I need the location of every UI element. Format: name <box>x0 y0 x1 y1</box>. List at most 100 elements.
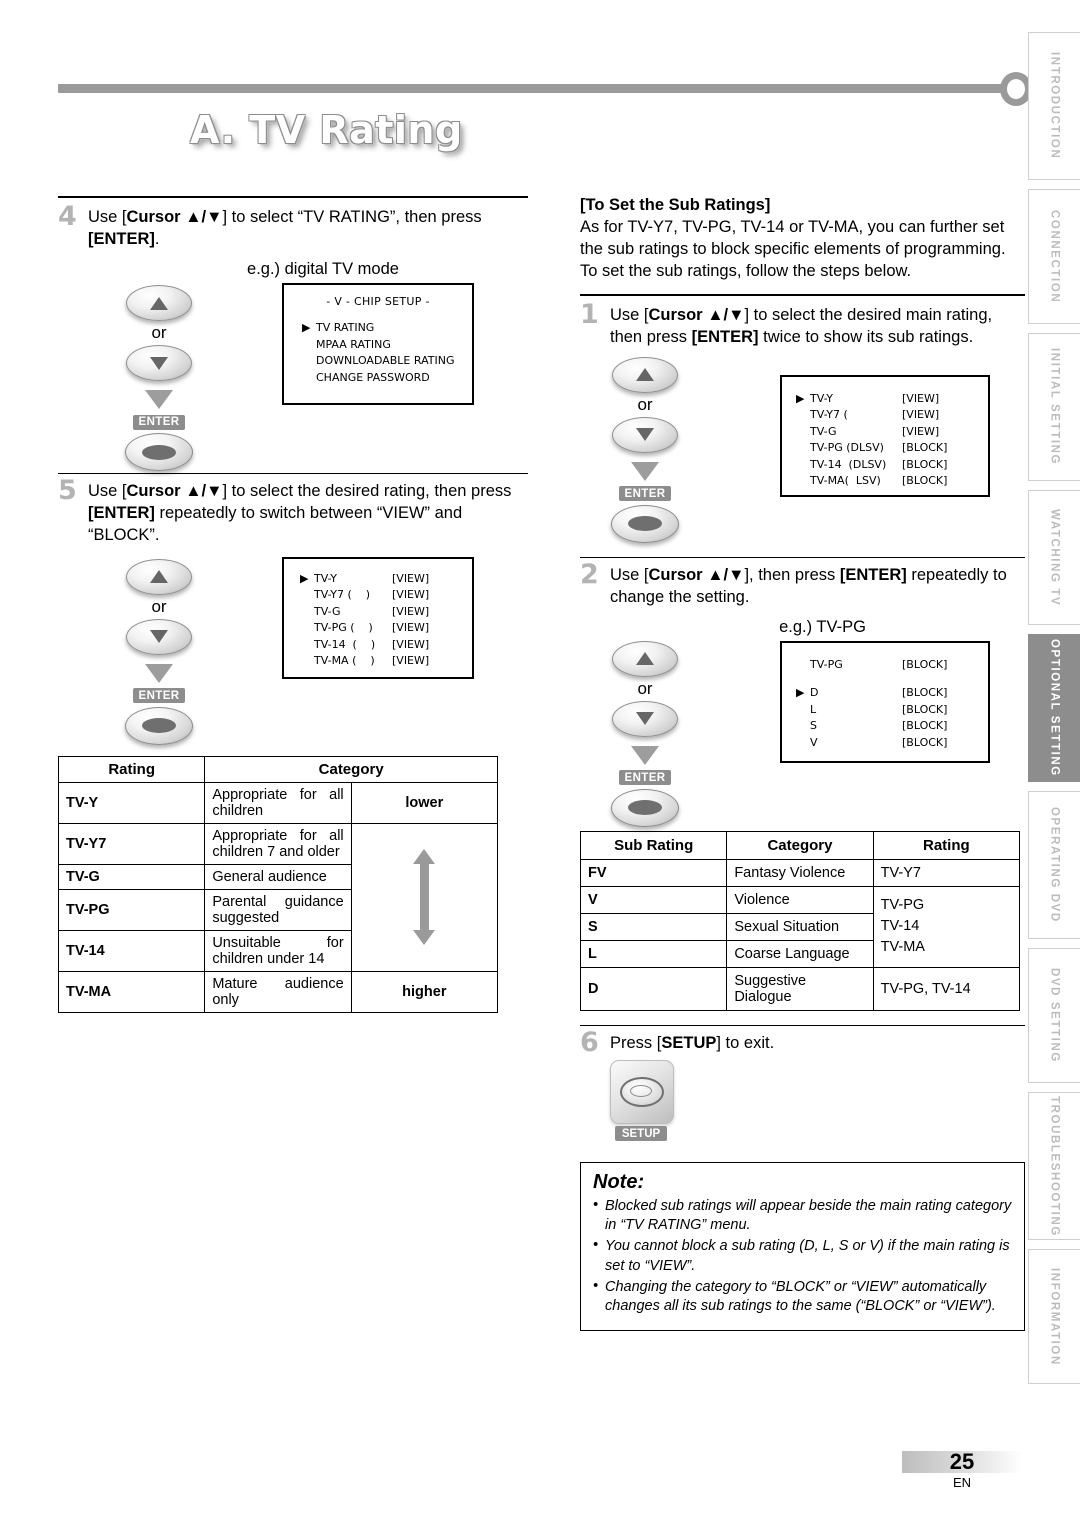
cell-rating: TV-14 <box>57 929 206 972</box>
divider <box>580 556 1025 558</box>
tab-watching-tv[interactable]: WATCHING TV <box>1028 490 1080 625</box>
table-row: TV-MA Mature audience only higher <box>57 970 499 1013</box>
cursor-down-button[interactable] <box>126 345 192 382</box>
main-rating-row[interactable]: ▶ TV-Y [VIEW] <box>796 391 988 408</box>
cell-rating: TV-PG, TV-14 <box>872 966 1021 1011</box>
cursor-down-button[interactable] <box>126 618 192 655</box>
tv-rating-row[interactable]: ▶ TV-Y [VIEW] <box>300 571 472 588</box>
sub-rating-table: Sub Rating Category Rating FV Fantasy Vi… <box>579 830 1021 1011</box>
tab-information[interactable]: INFORMATION <box>1028 1249 1080 1384</box>
tab-operating-dvd[interactable]: OPERATING DVD <box>1028 791 1080 939</box>
tv-rating-label: TV-PG ( <box>314 621 355 635</box>
tab-connection[interactable]: CONNECTION <box>1028 189 1080 324</box>
tv-rating-row[interactable]: TV-14 ( ) [VIEW] <box>300 637 472 654</box>
tv-rating-label: TV-Y7 ( <box>314 588 352 602</box>
triangle-up-icon <box>150 296 168 310</box>
tab-initial-setting[interactable]: INITIAL SETTING <box>1028 333 1080 481</box>
cursor-down-button[interactable] <box>612 700 678 737</box>
enter-button-inner-icon <box>628 800 662 816</box>
cell-category: Appropriate for all children <box>204 781 352 824</box>
main-rating-value: [VIEW] <box>902 424 940 438</box>
main-rating-value: [BLOCK] <box>902 457 948 471</box>
note-list: Blocked sub ratings will appear beside t… <box>593 1196 1012 1317</box>
tab-dvd-setting[interactable]: DVD SETTING <box>1028 948 1080 1083</box>
cell-category: Suggestive Dialogue <box>726 966 874 1011</box>
vchip-menu-label: MPAA RATING <box>316 337 391 351</box>
arrow-down-head-icon <box>413 930 436 946</box>
tab-label: INTRODUCTION <box>1048 52 1061 160</box>
sub-rating-row[interactable]: S [BLOCK] <box>796 718 988 735</box>
enter-button[interactable] <box>611 788 679 827</box>
step-2-text-d: [ENTER] <box>839 565 907 584</box>
step-5-text-d: [ENTER] <box>88 504 155 523</box>
cursor-up-button[interactable] <box>126 558 192 595</box>
setup-button[interactable] <box>610 1059 674 1124</box>
sub-rating-row[interactable]: V [BLOCK] <box>796 735 988 752</box>
tv-rating-label: TV-G <box>314 604 341 618</box>
sub-rating-value: [BLOCK] <box>902 686 948 700</box>
main-rating-row[interactable]: TV-G [VIEW] <box>796 424 988 441</box>
cursor-down-button[interactable] <box>612 416 678 453</box>
tv-rating-value: [VIEW] <box>392 637 430 651</box>
cursor-up-button[interactable] <box>126 285 192 322</box>
tab-optional-setting[interactable]: OPTIONAL SETTING <box>1028 634 1080 782</box>
table-row: TV-Y Appropriate for all children lower <box>57 781 499 824</box>
step-1-number: 1 <box>580 299 599 331</box>
cursor-up-button[interactable] <box>612 640 678 677</box>
tv-rating-label: TV-14 ( <box>314 637 357 651</box>
header-rule <box>58 84 1018 93</box>
enter-button-inner-icon <box>142 444 176 460</box>
note-box: Note: Blocked sub ratings will appear be… <box>580 1161 1025 1331</box>
vchip-menu-item[interactable]: ▶ TV RATING <box>302 320 472 337</box>
note-item: Blocked sub ratings will appear beside t… <box>593 1196 1012 1236</box>
cell-category: Mature audience only <box>204 970 352 1013</box>
cursor-marker-icon <box>796 457 810 474</box>
vchip-menu-item[interactable]: MPAA RATING <box>302 337 472 354</box>
main-ratings-list: ▶ TV-Y [VIEW] TV-Y7 ([VIEW] TV-G [VIEW] TV-… <box>782 377 988 490</box>
enter-keycap-label: ENTER <box>618 770 672 786</box>
sub-ratings-heading: [To Set the Sub Ratings] <box>580 196 771 214</box>
tab-label: CONNECTION <box>1048 209 1061 304</box>
main-rating-value: [BLOCK] <box>902 474 948 488</box>
tv-rating-row[interactable]: TV-G [VIEW] <box>300 604 472 621</box>
main-rating-row[interactable]: TV-PG (DLSV) [BLOCK] <box>796 440 988 457</box>
step-5-text-c: ] to select the desired rating, then pre… <box>222 482 512 501</box>
sub-rating-row[interactable]: L [BLOCK] <box>796 702 988 719</box>
enter-keycap-label: ENTER <box>132 414 186 430</box>
enter-button-inner-icon <box>142 718 176 734</box>
tab-introduction[interactable]: INTRODUCTION <box>1028 32 1080 180</box>
cell-rating-grouped: TV-PG TV-14 TV-MA <box>872 885 1021 968</box>
step-2-number: 2 <box>580 558 599 590</box>
tv-rating-row[interactable]: TV-Y7 ( ) [VIEW] <box>300 587 472 604</box>
tv-rating-label: TV-MA ( <box>314 654 357 668</box>
sub-rating-row[interactable]: ▶ D [BLOCK] <box>796 685 988 702</box>
step-4-number: 4 <box>58 201 77 232</box>
step-1-text-d: [ENTER] <box>691 328 759 347</box>
enter-button[interactable] <box>611 504 679 543</box>
cursor-up-button[interactable] <box>612 356 678 393</box>
tv-rating-row[interactable]: TV-PG ( ) [VIEW] <box>300 620 472 637</box>
vchip-menu-item[interactable]: DOWNLOADABLE RATING <box>302 353 472 370</box>
main-rating-label: TV-MA( LSV) <box>810 474 881 488</box>
tab-troubleshooting[interactable]: TROUBLESHOOTING <box>1028 1092 1080 1240</box>
tab-label: OPTIONAL SETTING <box>1048 639 1061 777</box>
cell-rating: TV-Y7 <box>872 858 1021 887</box>
tab-label: TROUBLESHOOTING <box>1048 1095 1061 1237</box>
step-2-text-a: Use [ <box>610 565 649 584</box>
step-6-number: 6 <box>580 1026 599 1058</box>
main-rating-row[interactable]: TV-Y7 ([VIEW] <box>796 407 988 424</box>
step-4-text-e: . <box>154 230 160 249</box>
main-rating-row[interactable]: TV-MA( LSV) [BLOCK] <box>796 473 988 490</box>
vchip-menu-item[interactable]: CHANGE PASSWORD <box>302 370 472 387</box>
step-1-text-e: twice to show its sub ratings. <box>758 328 974 347</box>
tv-rating-row[interactable]: TV-MA ( ) [VIEW] <box>300 653 472 670</box>
cursor-marker-icon <box>300 653 314 670</box>
or-label-1: or <box>637 394 653 414</box>
vchip-menu-label: CHANGE PASSWORD <box>316 370 430 384</box>
cursor-marker-icon <box>302 370 316 387</box>
enter-button[interactable] <box>125 706 193 745</box>
enter-button[interactable] <box>125 433 193 472</box>
main-rating-row[interactable]: TV-14 (DLSV) [BLOCK] <box>796 457 988 474</box>
cursor-marker-icon <box>796 718 810 735</box>
triangle-down-icon <box>150 356 168 370</box>
